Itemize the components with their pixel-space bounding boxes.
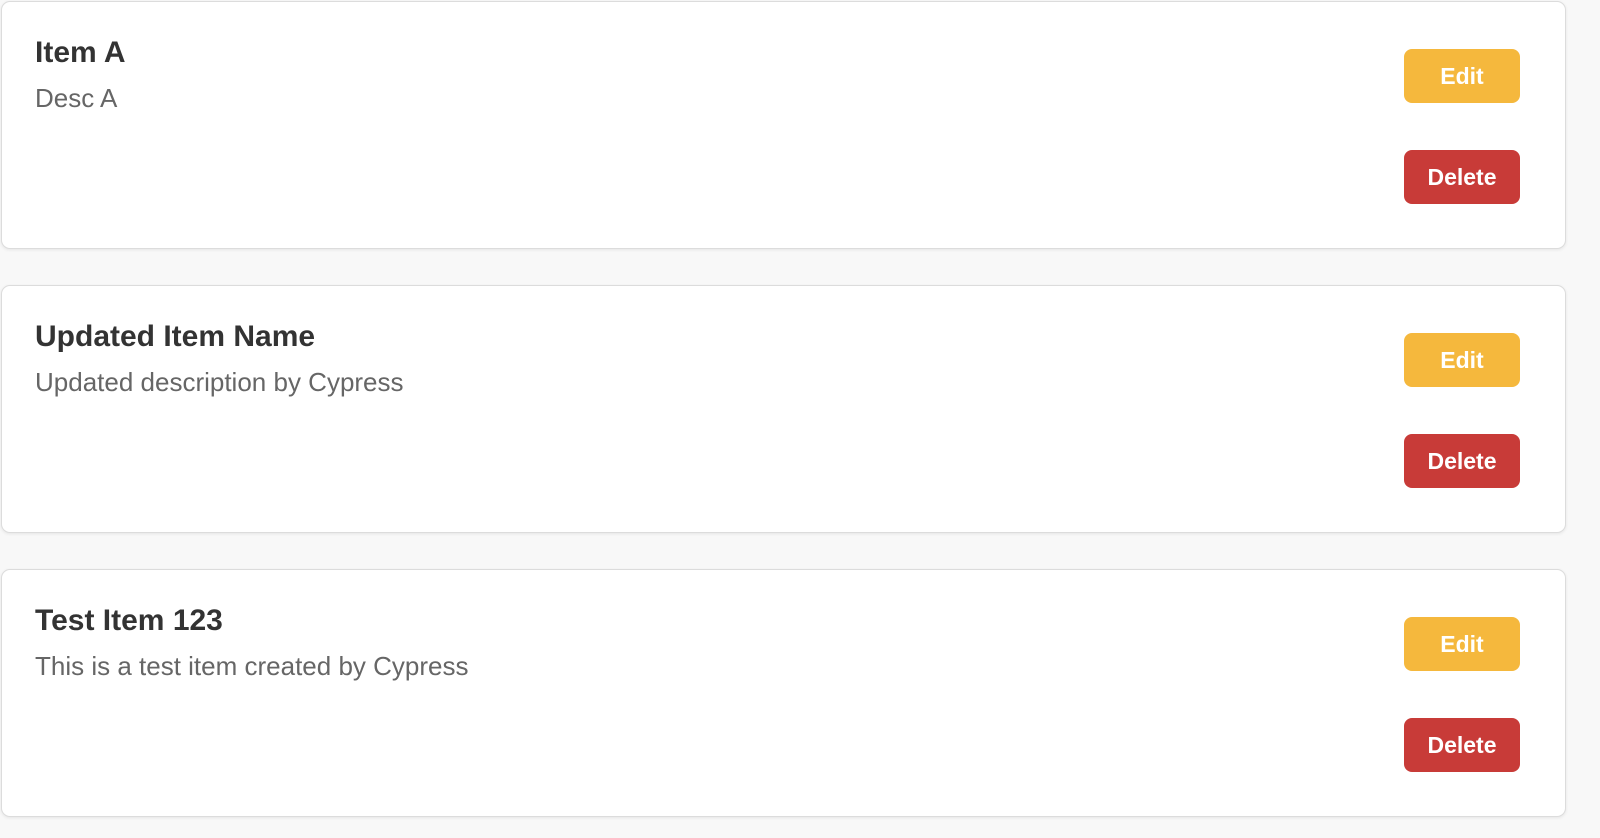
item-title: Test Item 123: [35, 604, 223, 637]
item-card: Test Item 123 This is a test item create…: [1, 569, 1566, 817]
item-title: Item A: [35, 36, 126, 69]
item-description: Updated description by Cypress: [35, 367, 404, 397]
delete-button[interactable]: Delete: [1404, 434, 1520, 488]
item-list: Item A Desc A Edit Delete Updated Item N…: [0, 0, 1600, 838]
edit-button[interactable]: Edit: [1404, 617, 1520, 671]
delete-button[interactable]: Delete: [1404, 718, 1520, 772]
item-description: This is a test item created by Cypress: [35, 651, 469, 681]
item-card: Item A Desc A Edit Delete: [1, 1, 1566, 249]
edit-button[interactable]: Edit: [1404, 49, 1520, 103]
delete-button[interactable]: Delete: [1404, 150, 1520, 204]
item-card: Updated Item Name Updated description by…: [1, 285, 1566, 533]
item-title: Updated Item Name: [35, 320, 316, 353]
item-description: Desc A: [35, 83, 118, 113]
edit-button[interactable]: Edit: [1404, 333, 1520, 387]
